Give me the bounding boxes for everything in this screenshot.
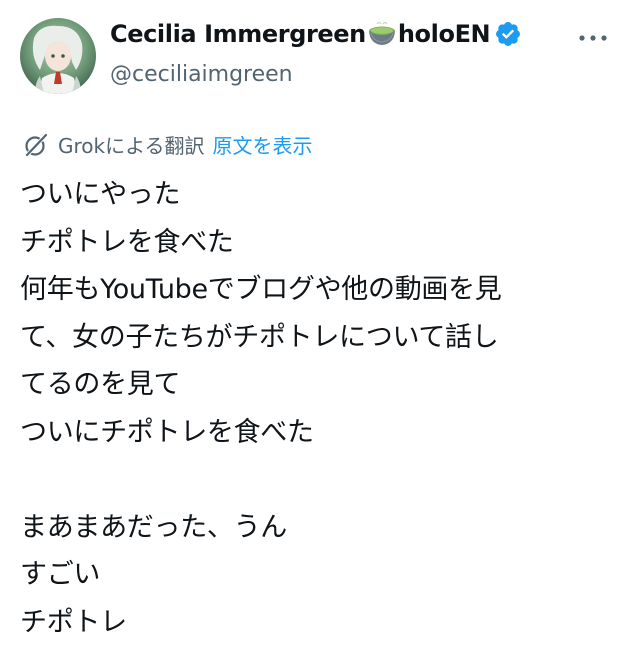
author-display-name[interactable]: Cecilia Immergreen: [110, 20, 366, 48]
tweet-header: Cecilia Immergreen holoEN @ceciliaimgree…: [20, 16, 610, 100]
grok-icon: [25, 132, 48, 157]
tweet-line: チポトレ: [20, 606, 127, 638]
more-options-button[interactable]: [576, 26, 610, 50]
tweet-line: すごい: [20, 559, 101, 590]
tweet-line: ついにやった: [20, 179, 181, 210]
tweet-line: ついにチポトレを食べた: [20, 416, 314, 448]
tweet-line: チポトレを食べた: [20, 226, 234, 258]
tweet-line: まあまあだった、うん: [20, 511, 287, 543]
matcha-bowl-icon: [367, 20, 397, 48]
tweet-line: 何年もYouTubeでブログや他の動画を見: [20, 274, 502, 305]
author-handle[interactable]: @ceciliaimgreen: [110, 62, 293, 87]
tweet-line: てるのを見て: [20, 369, 181, 400]
show-original-link[interactable]: 原文を表示: [213, 130, 313, 159]
translation-row: Grokによる翻訳 原文を表示: [22, 130, 313, 159]
translation-label: Grokによる翻訳: [58, 134, 205, 158]
author-name-row: Cecilia Immergreen holoEN: [110, 20, 522, 48]
author-name-suffix[interactable]: holoEN: [398, 20, 491, 48]
tweet-line: て、女の子たちがチポトレについて話し: [20, 321, 499, 353]
verified-badge-icon[interactable]: [494, 20, 522, 48]
tweet-text: ついにやった チポトレを食べた 何年もYouTubeでブログや他の動画を見 て、…: [20, 171, 610, 646]
more-options-icon: [579, 35, 607, 41]
avatar-image: [20, 18, 96, 94]
avatar[interactable]: [20, 18, 96, 94]
